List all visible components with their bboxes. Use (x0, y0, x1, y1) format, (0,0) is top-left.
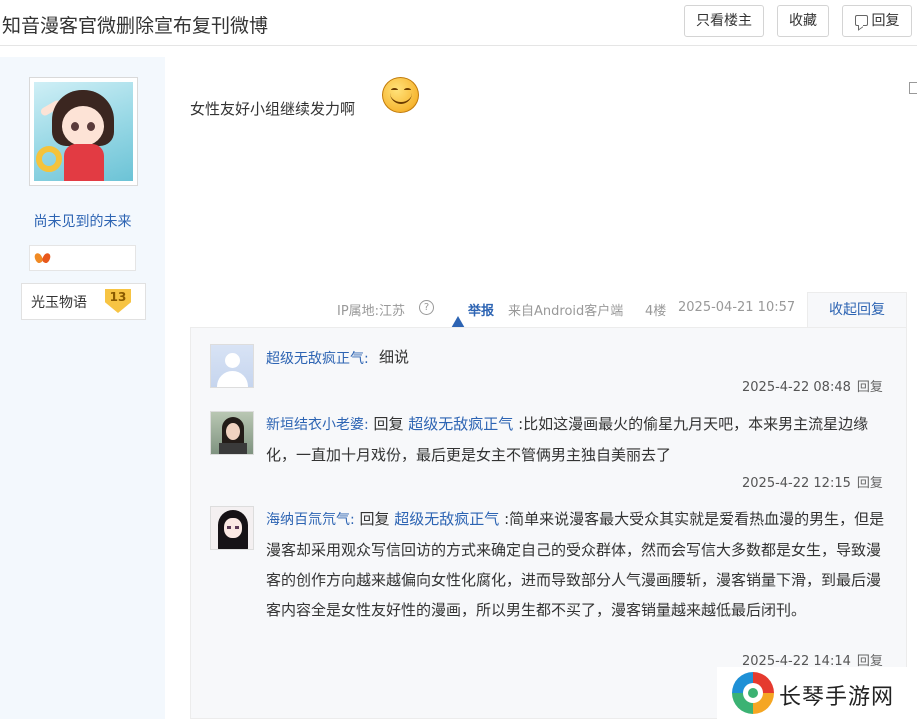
author-avatar[interactable] (29, 77, 138, 186)
favorite-button[interactable]: 收藏 (777, 5, 829, 37)
reply-footer: 2025-4-22 12:15 回复 (742, 472, 883, 491)
reply-time: 2025-4-22 08:48 (742, 380, 851, 395)
badge-name: 光玉物语 (31, 295, 87, 311)
reply-to-reply-button[interactable]: 回复 (857, 476, 883, 491)
post-datetime: 2025-04-21 10:57 (678, 300, 796, 315)
paw-icon[interactable] (33, 251, 52, 265)
anime-girl-avatar-icon[interactable] (210, 506, 254, 550)
reply-list: 超级无敌疯正气: 细说 2025-4-22 08:48 回复 新垣结衣小老婆: 回… (190, 327, 907, 719)
client-source: 来自Android客户端 (508, 304, 624, 319)
ip-location: IP属地:江苏 (337, 304, 406, 319)
default-user-avatar-icon[interactable] (210, 344, 254, 388)
smiley-face-icon (382, 77, 419, 113)
author-sidebar: 尚未见到的未来 光玉物语 13 (0, 57, 165, 719)
level-shield-icon: 13 (105, 289, 131, 313)
level-number: 13 (109, 290, 127, 304)
warning-icon[interactable]: ! (450, 300, 466, 330)
reply-target-link[interactable]: 超级无敌疯正气 (408, 415, 513, 433)
author-level-badge[interactable]: 光玉物语 13 (21, 283, 146, 320)
anime-girl-avatar-icon (34, 82, 133, 181)
reply-body: 新垣结衣小老婆: 回复 超级无敌疯正气 :比如这漫画最火的偷星九月天吧，本来男主… (266, 409, 891, 470)
reply-username[interactable]: 海纳百氚氘气: (266, 512, 355, 528)
reply-button-label: 回复 (871, 13, 900, 29)
question-icon[interactable]: ? (419, 300, 434, 315)
reply-text: 细说 (379, 348, 410, 366)
reply-button[interactable]: 回复 (842, 5, 912, 37)
floor-number: 4楼 (645, 304, 667, 319)
site-logo-icon (732, 672, 774, 714)
author-username[interactable]: 尚未见到的未来 (0, 211, 165, 231)
checkbox-icon[interactable] (909, 82, 917, 94)
thread-title: 知音漫客官微删除宣布复刊微博 (2, 15, 269, 37)
reply-username[interactable]: 新垣结衣小老婆: (266, 417, 369, 433)
reply-to-reply-button[interactable]: 回复 (857, 380, 883, 395)
reply-prefix: 回复 (373, 415, 404, 433)
reply-target-link[interactable]: 超级无敌疯正气 (394, 510, 499, 528)
reply-prefix: 回复 (359, 510, 390, 528)
author-tag-box (29, 245, 136, 271)
report-link[interactable]: 举报 (468, 300, 494, 319)
reply-footer: 2025-4-22 08:48 回复 (742, 376, 883, 395)
collapse-replies-button[interactable]: 收起回复 (807, 292, 907, 328)
thread-header: 知音漫客官微删除宣布复刊微博 只看楼主 收藏 回复 (0, 0, 917, 46)
user-photo-avatar-icon[interactable] (210, 411, 254, 455)
site-watermark: 长琴手游网 (717, 667, 917, 719)
reply-username[interactable]: 超级无敌疯正气: (266, 348, 369, 368)
reply-body: 海纳百氚氘气: 回复 超级无敌疯正气 :简单来说漫客最大受众其实就是爱看热血漫的… (266, 504, 891, 625)
reply-time: 2025-4-22 12:15 (742, 476, 851, 491)
post-content: 女性友好小组继续发力啊 (190, 100, 356, 118)
only-author-button[interactable]: 只看楼主 (684, 5, 764, 37)
comment-icon (854, 15, 868, 26)
watermark-text: 长琴手游网 (779, 685, 895, 710)
